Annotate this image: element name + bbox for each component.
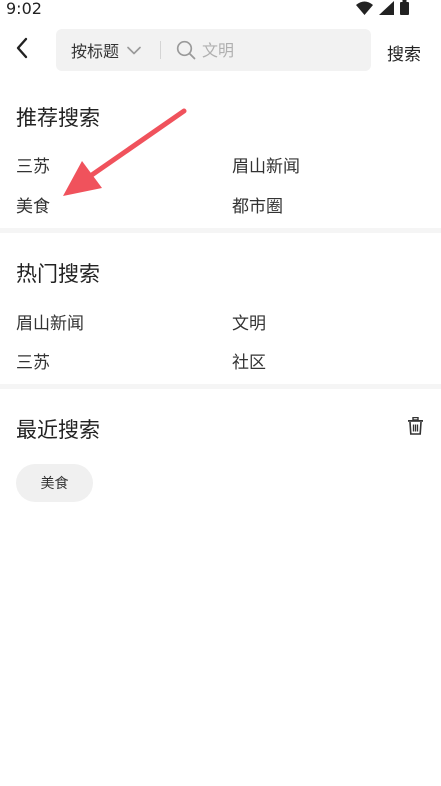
status-time: 9:02 (6, 0, 42, 18)
wifi-icon (356, 1, 373, 15)
trash-icon[interactable] (407, 417, 424, 435)
recent-chip[interactable]: 美食 (16, 464, 93, 502)
hot-item[interactable]: 社区 (232, 348, 266, 373)
battery-icon (400, 0, 409, 15)
recommended-item[interactable]: 都市圈 (232, 192, 283, 217)
search-type-label: 按标题 (71, 42, 120, 61)
search-divider (160, 41, 161, 59)
search-type-dropdown[interactable]: 按标题 (71, 29, 141, 71)
search-icon (176, 40, 196, 60)
recommended-item[interactable]: 美食 (16, 192, 50, 217)
top-bar: 按标题 搜索 (0, 28, 441, 72)
back-button[interactable] (8, 36, 36, 64)
chevron-left-icon (15, 37, 29, 63)
recent-title: 最近搜索 (16, 418, 100, 442)
chevron-down-icon (127, 46, 141, 55)
section-divider (0, 384, 441, 389)
recommended-item[interactable]: 眉山新闻 (232, 152, 300, 177)
search-box: 按标题 (56, 29, 371, 71)
search-input[interactable] (202, 29, 362, 71)
hot-item[interactable]: 三苏 (16, 348, 50, 373)
status-icons (356, 0, 409, 15)
recommended-title: 推荐搜索 (16, 106, 100, 130)
signal-icon (379, 0, 394, 15)
hot-item[interactable]: 眉山新闻 (16, 309, 84, 334)
hot-item[interactable]: 文明 (232, 309, 266, 334)
section-divider (0, 228, 441, 233)
status-bar: 9:02 (0, 0, 441, 20)
recommended-item[interactable]: 三苏 (16, 152, 50, 177)
search-button[interactable]: 搜索 (387, 40, 421, 65)
hot-title: 热门搜索 (16, 262, 100, 286)
